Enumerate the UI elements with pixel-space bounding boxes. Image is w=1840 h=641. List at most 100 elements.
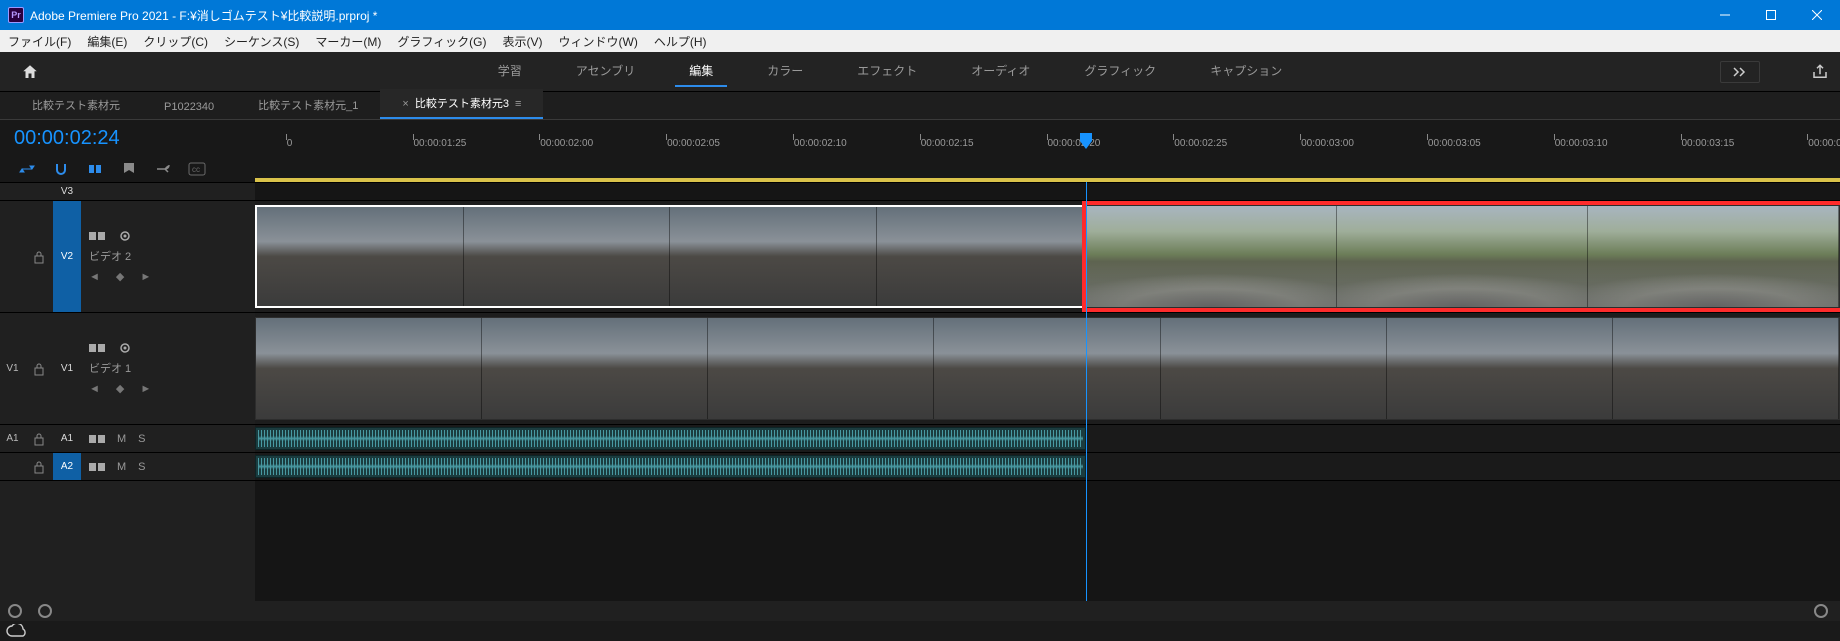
workspace-tab[interactable]: カラー — [753, 56, 817, 87]
sequence-tab[interactable]: 比較テスト素材元_1 — [236, 91, 380, 119]
clip-thumbnail — [464, 207, 671, 306]
track-name-v2: ビデオ 2 — [89, 248, 255, 264]
add-keyframe-icon[interactable]: ◆ — [116, 270, 124, 283]
source-patch-v1[interactable]: V1 — [0, 313, 25, 424]
zoom-in-handle[interactable] — [38, 604, 52, 618]
toggle-track-output-icon[interactable] — [117, 230, 133, 242]
share-icon — [1811, 63, 1829, 81]
lane-v1[interactable]: fx — [255, 312, 1840, 424]
lane-v2[interactable]: fx fx — [255, 200, 1840, 312]
video-clip-v2-a[interactable]: fx — [255, 205, 1086, 308]
workspace-tab[interactable]: 編集 — [675, 56, 727, 87]
lane-a1[interactable] — [255, 424, 1840, 452]
track-label-a2[interactable]: A2 — [53, 453, 81, 480]
menu-edit[interactable]: 編集(E) — [79, 31, 135, 52]
workspace-tab[interactable]: エフェクト — [843, 56, 931, 87]
linked-selection-icon[interactable] — [86, 160, 104, 178]
timeline-ruler-area[interactable]: 000:00:01:2500:00:02:0000:00:02:0500:00:… — [255, 120, 1840, 182]
source-patch-a1[interactable]: A1 — [0, 425, 25, 452]
lane-master[interactable] — [255, 480, 1840, 498]
clip-thumbnail — [257, 207, 464, 306]
home-button[interactable] — [0, 63, 60, 81]
menu-view[interactable]: 表示(V) — [495, 31, 551, 52]
lock-icon[interactable] — [25, 201, 53, 312]
prev-keyframe-icon[interactable]: ◄ — [89, 271, 100, 283]
solo-button[interactable]: S — [138, 433, 145, 445]
next-keyframe-icon[interactable]: ► — [140, 271, 151, 283]
lock-icon[interactable] — [25, 313, 53, 424]
sequence-tab-label: 比較テスト素材元 — [32, 100, 120, 112]
menu-graphic[interactable]: グラフィック(G) — [389, 31, 494, 52]
insert-overwrite-toggle-icon[interactable] — [18, 160, 36, 178]
home-icon — [21, 63, 39, 81]
menu-window[interactable]: ウィンドウ(W) — [551, 31, 646, 52]
lane-a2[interactable] — [255, 452, 1840, 480]
workspace-tab[interactable]: 学習 — [484, 56, 536, 87]
track-header-v1[interactable]: V1 V1 ビデオ 1 ◄ ◆ ► — [0, 312, 255, 424]
window-maximize-button[interactable] — [1748, 0, 1794, 30]
close-icon[interactable]: × — [402, 98, 408, 110]
creative-cloud-icon[interactable] — [6, 624, 28, 638]
snap-icon[interactable] — [52, 160, 70, 178]
status-bar — [0, 621, 1840, 641]
sequence-tab[interactable]: ×比較テスト素材元3≡ — [380, 89, 543, 119]
menu-file[interactable]: ファイル(F) — [0, 31, 79, 52]
playhead-handle[interactable] — [1079, 132, 1093, 150]
audio-clip-a1[interactable] — [255, 427, 1086, 450]
captions-icon[interactable]: cc — [188, 160, 206, 178]
add-keyframe-icon[interactable]: ◆ — [116, 382, 124, 395]
export-button[interactable] — [1800, 63, 1840, 81]
track-label-v2[interactable]: V2 — [53, 201, 81, 312]
prev-keyframe-icon[interactable]: ◄ — [89, 383, 100, 395]
clip-thumbnail — [1337, 206, 1588, 307]
track-label-a1[interactable]: A1 — [53, 425, 81, 452]
toggle-sync-lock-icon[interactable] — [89, 342, 105, 354]
settings-icon[interactable] — [154, 160, 172, 178]
panel-menu-icon[interactable]: ≡ — [515, 98, 521, 110]
window-titlebar: Pr Adobe Premiere Pro 2021 - F:¥消しゴムテスト¥… — [0, 0, 1840, 30]
zoom-out-handle[interactable] — [8, 604, 22, 618]
zoom-scroll-handle[interactable] — [1814, 604, 1828, 618]
toggle-sync-lock-icon[interactable] — [89, 230, 105, 242]
workspace-overflow-button[interactable] — [1720, 61, 1760, 83]
workspace-tab[interactable]: オーディオ — [957, 56, 1044, 87]
mute-button[interactable]: M — [117, 461, 126, 473]
track-label-v3[interactable]: V3 — [53, 183, 81, 200]
sequence-tab[interactable]: P1022340 — [142, 95, 236, 119]
track-content[interactable]: fx fx fx — [255, 182, 1840, 601]
menu-clip[interactable]: クリップ(C) — [135, 31, 216, 52]
sequence-tab[interactable]: 比較テスト素材元 — [10, 91, 142, 119]
solo-button[interactable]: S — [138, 461, 145, 473]
toggle-sync-lock-icon[interactable] — [89, 461, 105, 473]
workspace-tab[interactable]: グラフィック — [1070, 56, 1170, 87]
timeline-timecode[interactable]: 00:00:02:24 — [0, 120, 255, 156]
sequence-tab-label: 比較テスト素材元_1 — [258, 100, 358, 112]
audio-clip-a2[interactable] — [255, 455, 1086, 478]
track-header-v3[interactable]: V3 — [0, 182, 255, 200]
video-clip-v2-b[interactable]: fx — [1086, 205, 1840, 308]
toggle-sync-lock-icon[interactable] — [89, 433, 105, 445]
menu-sequence[interactable]: シーケンス(S) — [216, 31, 307, 52]
mute-button[interactable]: M — [117, 433, 126, 445]
lane-v3[interactable] — [255, 182, 1840, 200]
next-keyframe-icon[interactable]: ► — [140, 383, 151, 395]
ruler-tick: 00:00:02:00 — [540, 138, 593, 149]
track-header-v2[interactable]: V2 ビデオ 2 ◄ ◆ ► — [0, 200, 255, 312]
ruler-tick: 00:00:01:25 — [414, 138, 467, 149]
menu-help[interactable]: ヘルプ(H) — [646, 31, 715, 52]
track-label-v1[interactable]: V1 — [53, 313, 81, 424]
track-header-a2[interactable]: A2 M S — [0, 452, 255, 480]
toggle-track-output-icon[interactable] — [117, 342, 133, 354]
marker-icon[interactable] — [120, 160, 138, 178]
window-close-button[interactable] — [1794, 0, 1840, 30]
workspace-tab[interactable]: アセンブリ — [562, 56, 649, 87]
video-clip-v1-a[interactable]: fx — [255, 317, 1840, 420]
main-area: 比較テスト素材元 P1022340 比較テスト素材元_1 ×比較テスト素材元3≡ 00… — [0, 92, 1840, 621]
menu-marker[interactable]: マーカー(M) — [307, 31, 389, 52]
window-minimize-button[interactable] — [1702, 0, 1748, 30]
lock-icon[interactable] — [25, 453, 53, 480]
workspace-tab[interactable]: キャプション — [1196, 56, 1296, 87]
lock-icon[interactable] — [25, 425, 53, 452]
track-header-a1[interactable]: A1 A1 M S — [0, 424, 255, 452]
track-header-master[interactable] — [0, 480, 255, 498]
